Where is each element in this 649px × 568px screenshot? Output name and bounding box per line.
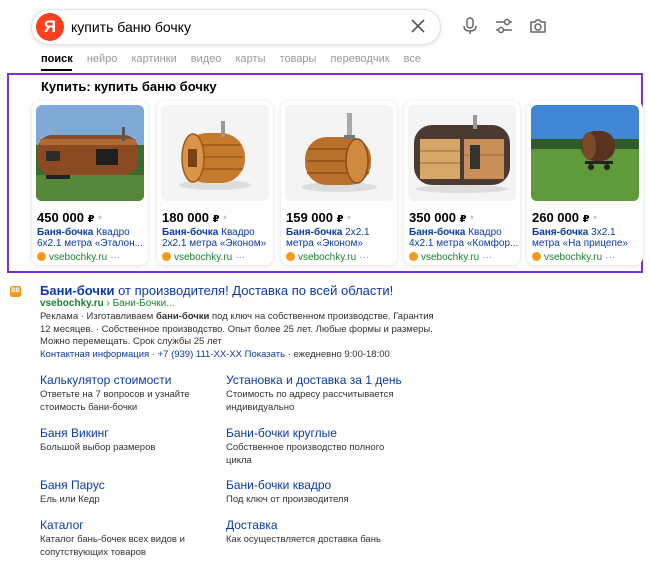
tab-translator[interactable]: переводчик	[331, 53, 390, 65]
shop-favicon	[286, 252, 295, 261]
active-tab-indicator	[41, 69, 72, 71]
more-icon[interactable]: ···	[110, 252, 120, 263]
site-favicon: BB	[10, 286, 21, 297]
sitelink-desc: Ответьте на 7 вопросов и узнайте стоимос…	[40, 389, 190, 413]
sitelink-title[interactable]: Бани-бочки круглые	[226, 426, 337, 440]
product-card[interactable]: 180 000 ₽ * Баня-бочка Квадро 2х2.1 метра…	[157, 101, 273, 265]
product-price: 450 000 ₽ *	[37, 210, 102, 225]
close-icon[interactable]	[408, 16, 428, 36]
tab-goods[interactable]: товары	[280, 53, 317, 65]
search-bar[interactable]: Я купить баню бочку	[31, 9, 441, 45]
more-icon[interactable]: ···	[235, 252, 245, 263]
shop-link[interactable]: vsebochky.ru ···	[532, 252, 615, 263]
sitelink-desc: Собственное производство полного цикла	[226, 442, 385, 466]
product-card[interactable]: 159 000 ₽ * Баня-бочка 2х2.1 метра «Эконо…	[281, 101, 397, 265]
microphone-icon[interactable]	[460, 16, 480, 36]
product-card[interactable]: 350 000 ₽ * Баня-бочка Квадро 4х2.1 метра…	[404, 101, 520, 265]
shop-link[interactable]: vsebochky.ru ···	[286, 252, 369, 263]
sitelink-title[interactable]: Калькулятор стоимости	[40, 373, 171, 387]
ad-contact-line[interactable]: Контактная информация · +7 (939) 111-XX-…	[40, 349, 390, 360]
search-input[interactable]: купить баню бочку	[71, 19, 191, 35]
tab-maps[interactable]: карты	[236, 53, 266, 65]
product-card[interactable]: 260 000 ₽ * Баня-бочка 3х2.1 метра «На пр…	[527, 101, 643, 265]
product-price: 260 000 ₽ *	[532, 210, 597, 225]
sitelink-desc: Как осуществляется доставка бань	[226, 534, 381, 545]
product-price: 350 000 ₽ *	[409, 210, 474, 225]
tab-images[interactable]: картинки	[131, 53, 176, 65]
shop-favicon	[409, 252, 418, 261]
ad-description: Реклама · Изготавливаем бани-бочки под к…	[40, 311, 434, 347]
camera-icon[interactable]	[528, 16, 548, 36]
tab-search[interactable]: поиск	[41, 53, 73, 65]
sitelink-desc: Стоимость по адресу рассчитывается индив…	[226, 389, 394, 413]
ad-title-link[interactable]: Бани-бочки от производителя! Доставка по…	[40, 283, 393, 298]
shop-link[interactable]: vsebochky.ru ···	[409, 252, 492, 263]
shop-favicon	[532, 252, 541, 261]
sitelink-title[interactable]: Каталог	[40, 518, 84, 532]
product-image[interactable]	[161, 105, 269, 201]
more-icon[interactable]: ···	[482, 252, 492, 263]
tab-all[interactable]: все	[404, 53, 421, 65]
product-card[interactable]: 450 000 ₽ * Баня-бочка Квадро 6х2.1 метра…	[32, 101, 148, 265]
sitelink-title[interactable]: Доставка	[226, 518, 278, 532]
shop-link[interactable]: vsebochky.ru ···	[37, 252, 120, 263]
product-title[interactable]: Баня-бочка Квадро 4х2.1 метра «Комфор...	[409, 227, 521, 249]
sitelink-desc: Большой выбор размеров	[40, 442, 156, 453]
more-icon[interactable]: ···	[359, 252, 369, 263]
more-icon[interactable]: ···	[605, 252, 615, 263]
sitelink-title[interactable]: Баня Викинг	[40, 426, 109, 440]
product-image[interactable]	[408, 105, 516, 201]
tab-neuro[interactable]: нейро	[87, 53, 118, 65]
shop-favicon	[162, 252, 171, 261]
product-title[interactable]: Баня-бочка 3х2.1 метра «На прицепе»	[532, 227, 644, 249]
product-price: 180 000 ₽ *	[162, 210, 227, 225]
sitelink-desc: Под ключ от производителя	[226, 494, 349, 505]
ad-url[interactable]: vsebochky.ru › Бани-Бочки...	[40, 298, 175, 309]
product-image[interactable]	[36, 105, 144, 201]
sliders-icon[interactable]	[494, 16, 514, 36]
search-tabs: поиск нейро картинки видео карты товары …	[41, 53, 432, 71]
sitelink-title[interactable]: Баня Парус	[40, 478, 105, 492]
sitelink-desc: Ель или Кедр	[40, 494, 100, 505]
product-title[interactable]: Баня-бочка 2х2.1 метра «Эконом»	[286, 227, 398, 249]
shopping-title: Купить: купить баню бочку	[41, 79, 217, 94]
yandex-logo[interactable]: Я	[36, 13, 64, 41]
product-image[interactable]	[531, 105, 639, 201]
product-image[interactable]	[285, 105, 393, 201]
shop-favicon	[37, 252, 46, 261]
sitelink-desc: Каталог бань-бочек всех видов и сопутств…	[40, 534, 185, 558]
sitelink-title[interactable]: Бани-бочки квадро	[226, 478, 331, 492]
shop-link[interactable]: vsebochky.ru ···	[162, 252, 245, 263]
tab-video[interactable]: видео	[191, 53, 222, 65]
product-price: 159 000 ₽ *	[286, 210, 351, 225]
sitelink-title[interactable]: Установка и доставка за 1 день	[226, 373, 402, 387]
product-title[interactable]: Баня-бочка Квадро 6х2.1 метра «Эталон...	[37, 227, 149, 249]
product-title[interactable]: Баня-бочка Квадро 2х2.1 метра «Эконом»	[162, 227, 274, 249]
